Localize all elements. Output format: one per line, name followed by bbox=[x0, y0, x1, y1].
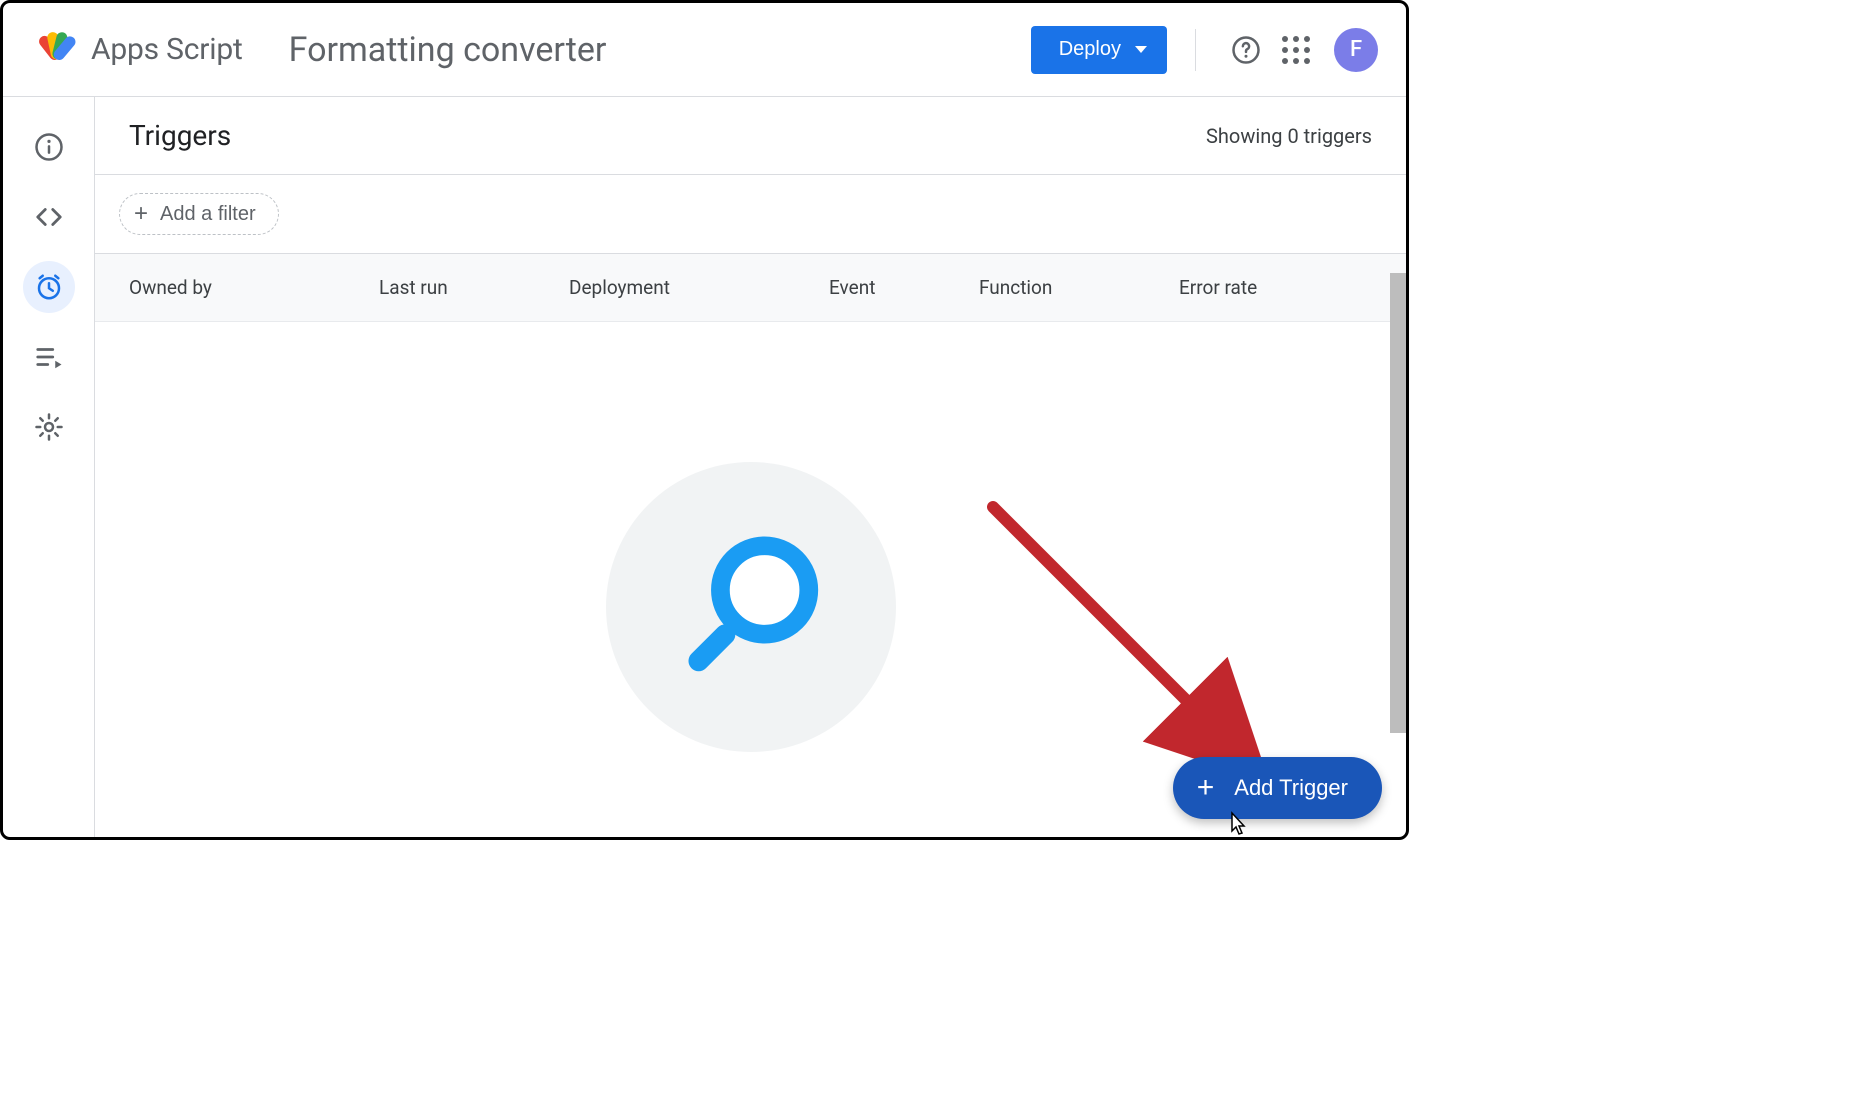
alarm-icon bbox=[34, 272, 64, 302]
add-trigger-button[interactable]: + Add Trigger bbox=[1173, 757, 1382, 819]
deploy-button[interactable]: Deploy bbox=[1031, 26, 1167, 74]
apps-script-logo-icon bbox=[35, 28, 79, 72]
sidebar-item-triggers[interactable] bbox=[23, 261, 75, 313]
sidebar-item-executions[interactable] bbox=[23, 331, 75, 383]
scrollbar-thumb[interactable] bbox=[1390, 273, 1406, 733]
header: Apps Script Formatting converter Deploy … bbox=[3, 3, 1406, 97]
col-owned-by: Owned by bbox=[129, 276, 379, 299]
sidebar-item-editor[interactable] bbox=[23, 191, 75, 243]
app-name: Apps Script bbox=[91, 32, 243, 67]
apps-script-logo[interactable]: Apps Script bbox=[35, 28, 243, 72]
add-filter-button[interactable]: + Add a filter bbox=[119, 193, 279, 235]
divider bbox=[1195, 29, 1196, 71]
sidebar-item-overview[interactable] bbox=[23, 121, 75, 173]
table-header: Owned by Last run Deployment Event Funct… bbox=[95, 254, 1406, 322]
main: Triggers Showing 0 triggers + Add a filt… bbox=[95, 97, 1406, 837]
sidebar-item-settings[interactable] bbox=[23, 401, 75, 453]
col-function: Function bbox=[979, 276, 1179, 299]
scrollbar-track bbox=[1390, 273, 1406, 837]
apps-launcher-button[interactable] bbox=[1274, 28, 1318, 72]
avatar-initial: F bbox=[1350, 37, 1362, 62]
page-title: Triggers bbox=[129, 119, 231, 152]
add-trigger-label: Add Trigger bbox=[1234, 775, 1348, 801]
executions-icon bbox=[34, 342, 64, 372]
col-deployment: Deployment bbox=[569, 276, 829, 299]
add-filter-label: Add a filter bbox=[160, 203, 256, 226]
code-icon bbox=[34, 202, 64, 232]
col-last-run: Last run bbox=[379, 276, 569, 299]
magnifying-glass-icon bbox=[666, 522, 836, 692]
avatar[interactable]: F bbox=[1334, 28, 1378, 72]
empty-state-circle bbox=[606, 462, 896, 752]
project-name[interactable]: Formatting converter bbox=[289, 30, 607, 70]
info-icon bbox=[34, 132, 64, 162]
col-error-rate: Error rate bbox=[1179, 276, 1372, 299]
help-icon bbox=[1231, 35, 1261, 65]
deploy-label: Deploy bbox=[1059, 38, 1121, 61]
col-event: Event bbox=[829, 276, 979, 299]
plus-icon: + bbox=[134, 202, 148, 226]
chevron-down-icon bbox=[1135, 46, 1147, 53]
help-button[interactable] bbox=[1224, 28, 1268, 72]
titlebar: Triggers Showing 0 triggers bbox=[95, 97, 1406, 175]
gear-icon bbox=[34, 412, 64, 442]
apps-grid-icon bbox=[1282, 36, 1310, 64]
filter-bar: + Add a filter bbox=[95, 175, 1406, 254]
plus-icon: + bbox=[1197, 773, 1215, 803]
trigger-count: Showing 0 triggers bbox=[1206, 124, 1372, 148]
sidebar bbox=[3, 97, 95, 837]
